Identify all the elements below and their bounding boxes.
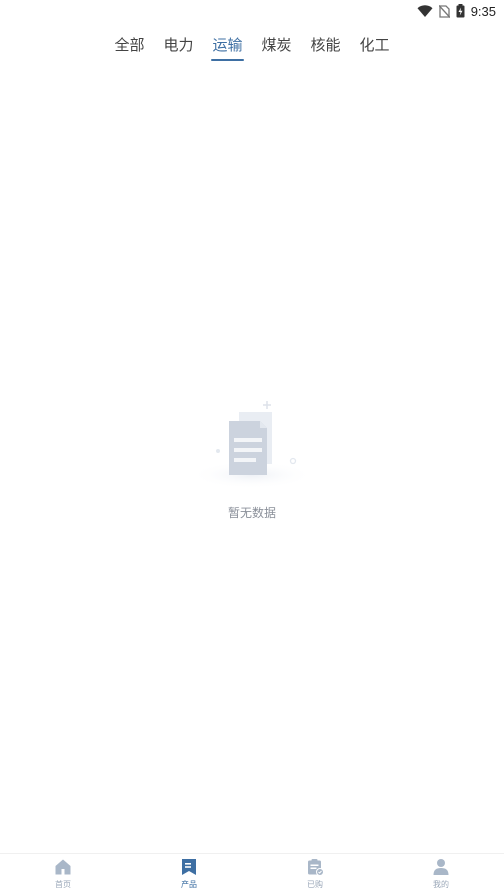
- tab-power[interactable]: 电力: [162, 33, 194, 61]
- nav-item-mine[interactable]: 我的: [378, 854, 504, 896]
- tab-nuclear[interactable]: 核能: [310, 33, 342, 61]
- nav-label-mine: 我的: [433, 880, 449, 889]
- tab-chemical[interactable]: 化工: [359, 33, 391, 61]
- status-bar: 9:35: [0, 0, 504, 22]
- document-stack-icon: [190, 401, 314, 489]
- category-tabs: 全部 电力 运输 煤炭 核能 化工: [0, 33, 504, 63]
- tab-coal[interactable]: 煤炭: [261, 33, 293, 61]
- bottom-navigation: 首页 产品 已购 我的: [0, 853, 504, 896]
- tab-all[interactable]: 全部: [113, 33, 145, 61]
- home-icon: [55, 859, 71, 875]
- user-icon: [433, 859, 449, 875]
- status-time: 9:35: [470, 3, 496, 19]
- nav-item-home[interactable]: 首页: [0, 854, 126, 896]
- empty-message: 暂无数据: [227, 506, 276, 520]
- empty-state: 暂无数据: [0, 395, 504, 521]
- nav-label-home: 首页: [55, 880, 71, 889]
- nav-label-products: 产品: [181, 880, 197, 889]
- no-sim-icon: [438, 4, 450, 18]
- battery-charging-icon: [456, 4, 465, 18]
- wifi-icon: [417, 4, 433, 17]
- purchased-list-icon: [308, 859, 324, 876]
- tab-transport[interactable]: 运输: [211, 33, 244, 61]
- nav-label-purchased: 已购: [307, 880, 323, 889]
- status-icons: 9:35: [417, 2, 496, 20]
- bookmark-icon: [182, 859, 196, 875]
- nav-item-purchased[interactable]: 已购: [252, 854, 378, 896]
- nav-item-products[interactable]: 产品: [126, 854, 252, 896]
